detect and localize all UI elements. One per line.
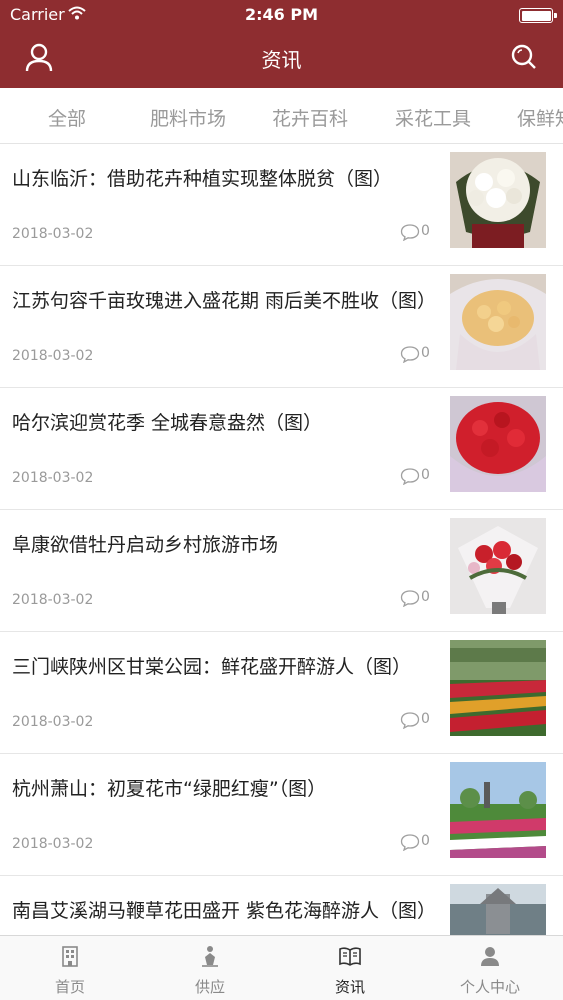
search-button[interactable] [507, 40, 541, 74]
news-thumbnail[interactable] [450, 640, 546, 736]
news-thumbnail[interactable] [450, 518, 546, 614]
news-item[interactable]: 哈尔滨迎赏花季 全城春意盎然（图） 2018-03-02 0 [0, 388, 563, 510]
news-title: 江苏句容千亩玫瑰进入盛花期 雨后美不胜收（图） [12, 290, 437, 312]
tabbar-label: 首页 [54, 978, 85, 996]
news-date: 2018-03-02 [12, 592, 94, 608]
news-date: 2018-03-02 [12, 714, 94, 730]
supply-icon [202, 946, 218, 967]
news-item[interactable]: 山东临沂：借助花卉种植实现整体脱贫（图） 2018-03-02 0 [0, 144, 563, 266]
news-date: 2018-03-02 [12, 226, 94, 242]
comment-number: 0 [421, 589, 430, 605]
tab-flower-encyclopedia[interactable]: 花卉百科 [272, 104, 348, 131]
person-icon [481, 947, 499, 966]
news-icon [339, 947, 361, 966]
comment-number: 0 [421, 345, 430, 361]
news-item[interactable]: 阜康欲借牡丹启动乡村旅游市场 2018-03-02 0 [0, 510, 563, 632]
search-icon [511, 44, 536, 69]
category-tabs: 全部 肥料市场 花卉百科 采花工具 保鲜知 [0, 88, 563, 144]
tabbar-label: 供应 [194, 978, 225, 996]
bottom-tab-bar: 首页 供应 资讯 个人中心 [0, 935, 563, 1000]
tabbar-supply[interactable]: 供应 [140, 936, 280, 1000]
news-thumbnail[interactable] [450, 884, 546, 935]
status-bar: Carrier 2:46 PM [0, 0, 563, 30]
tab-fertilizer-market[interactable]: 肥料市场 [150, 104, 226, 131]
tabbar-label: 资讯 [334, 978, 365, 996]
nav-bar: 资讯 [0, 30, 563, 88]
news-item[interactable]: 南昌艾溪湖马鞭草花田盛开 紫色花海醉游人（图） [0, 876, 563, 935]
news-date: 2018-03-02 [12, 836, 94, 852]
tabbar-label: 个人中心 [459, 978, 520, 996]
news-title: 三门峡陕州区甘棠公园：鲜花盛开醉游人（图） [12, 656, 412, 678]
comment-icon [400, 224, 420, 241]
tabbar-news[interactable]: 资讯 [280, 936, 420, 1000]
page-title: 资讯 [261, 48, 302, 72]
battery-icon [519, 8, 557, 23]
tab-preservation[interactable]: 保鲜知 [517, 104, 563, 131]
comment-number: 0 [421, 833, 430, 849]
news-date: 2018-03-02 [12, 348, 94, 364]
news-date: 2018-03-02 [12, 470, 94, 486]
comment-number: 0 [421, 467, 430, 483]
news-title: 南昌艾溪湖马鞭草花田盛开 紫色花海醉游人（图） [12, 900, 437, 922]
comment-number: 0 [421, 711, 430, 727]
comment-icon [400, 346, 420, 363]
tab-picking-tools[interactable]: 采花工具 [395, 104, 471, 131]
news-thumbnail[interactable] [450, 152, 546, 248]
building-icon [62, 946, 78, 967]
news-thumbnail[interactable] [450, 274, 546, 370]
news-title: 哈尔滨迎赏花季 全城春意盎然（图） [12, 412, 323, 434]
news-item[interactable]: 江苏句容千亩玫瑰进入盛花期 雨后美不胜收（图） 2018-03-02 0 [0, 266, 563, 388]
tabbar-profile[interactable]: 个人中心 [420, 936, 560, 1000]
comment-icon [400, 834, 420, 851]
news-thumbnail[interactable] [450, 396, 546, 492]
news-title: 杭州萧山：初夏花市“绿肥红瘦”（图） [12, 778, 327, 800]
comment-icon [400, 590, 420, 607]
tab-all[interactable]: 全部 [48, 104, 86, 131]
status-time: 2:46 PM [244, 5, 318, 24]
tabbar-home[interactable]: 首页 [0, 936, 140, 1000]
news-item[interactable]: 三门峡陕州区甘棠公园：鲜花盛开醉游人（图） 2018-03-02 0 [0, 632, 563, 754]
news-item[interactable]: 杭州萧山：初夏花市“绿肥红瘦”（图） 2018-03-02 0 [0, 754, 563, 876]
header: Carrier 2:46 PM 资讯 [0, 0, 563, 88]
news-title: 阜康欲借牡丹启动乡村旅游市场 [12, 534, 279, 556]
news-list: 山东临沂：借助花卉种植实现整体脱贫（图） 2018-03-02 0 江苏句容千亩… [0, 144, 563, 935]
comment-number: 0 [421, 223, 430, 239]
news-thumbnail[interactable] [450, 762, 546, 858]
comment-icon [400, 712, 420, 729]
news-title: 山东临沂：借助花卉种植实现整体脱贫（图） [12, 168, 393, 190]
comment-icon [400, 468, 420, 485]
